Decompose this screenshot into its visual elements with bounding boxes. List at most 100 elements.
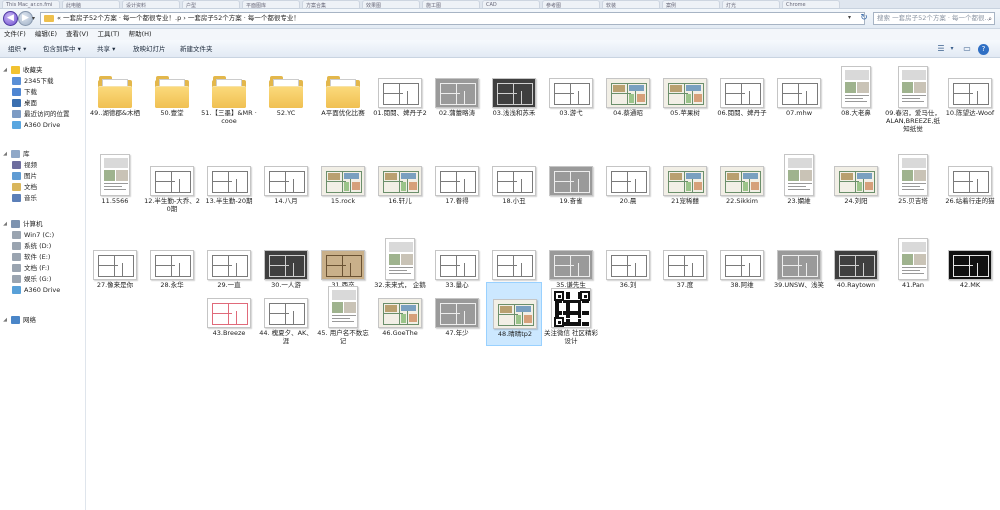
file-item[interactable]: 44. 槐夏夕、AK、涯 — [258, 282, 314, 346]
libraries-header-item[interactable]: ◢ 库 — [2, 149, 30, 159]
folder-item[interactable]: 52.YC — [258, 62, 314, 126]
share-button[interactable]: 共享 ▾ — [97, 44, 115, 54]
favorite-item[interactable]: 2345下载 — [12, 76, 54, 86]
file-item[interactable]: 13.半生勤-20期 — [201, 150, 257, 214]
forward-button[interactable]: ▶ — [18, 11, 33, 26]
file-item[interactable]: 39.UNSW、浅笑 — [771, 234, 827, 298]
file-item[interactable]: 关注微信 社区精彩设计 — [543, 282, 599, 346]
drive-item[interactable]: 软件 (E:) — [12, 252, 50, 262]
menu-item[interactable]: 工具(T) — [98, 29, 120, 40]
browser-tab[interactable]: 灯光 — [722, 0, 780, 8]
file-item[interactable]: 27.像来是你 — [87, 234, 143, 298]
browser-tab[interactable]: Chrome — [782, 0, 840, 8]
file-item[interactable]: 45. 用户名不数忘记 — [315, 282, 371, 346]
menu-item[interactable]: 编辑(E) — [35, 29, 57, 40]
expand-icon[interactable]: ◢ — [2, 219, 8, 229]
file-item[interactable]: 37.度 — [657, 234, 713, 298]
menu-item[interactable]: 文件(F) — [4, 29, 26, 40]
file-item[interactable]: 19.奋雀 — [543, 150, 599, 214]
address-input[interactable]: « 一套房子52个方案 · 每一个都很专业！.p › 一套房子52个方案 · 每… — [40, 12, 865, 25]
file-item[interactable]: 06.閱閱、婢丹子 — [714, 62, 770, 126]
file-item[interactable]: 15.rock — [315, 150, 371, 214]
file-item[interactable]: 08.大老鼻 — [828, 62, 884, 126]
file-item[interactable]: 28.永华 — [144, 234, 200, 298]
file-item[interactable]: 18.小丑 — [486, 150, 542, 214]
library-item[interactable]: 视频 — [12, 160, 37, 170]
folder-item[interactable]: 51.【三墨】&MR · cooe — [201, 62, 257, 126]
file-item[interactable]: 02.蒲蕾略涛 — [429, 62, 485, 126]
file-item[interactable]: 21宠稀囍 — [657, 150, 713, 214]
browser-tab[interactable]: 平面图库 — [242, 0, 300, 8]
file-item[interactable]: 10.陈望达-Woof — [942, 62, 998, 126]
file-item[interactable]: 40.Raytown — [828, 234, 884, 298]
new-folder-button[interactable]: 新建文件夹 — [180, 44, 213, 54]
expand-icon[interactable]: ◢ — [2, 149, 8, 159]
expand-icon[interactable]: ◢ — [2, 315, 8, 325]
file-item[interactable]: 25.贝吉塔 — [885, 150, 941, 214]
browser-tab[interactable]: 设计资料 — [122, 0, 180, 8]
address-history-dropdown[interactable]: ▾ — [848, 14, 851, 21]
computer-header-item[interactable]: ◢ 计算机 — [2, 219, 43, 229]
browser-tab[interactable]: 此电脑 — [62, 0, 120, 8]
file-item[interactable]: 12.半生勤-大乔、20期 — [144, 150, 200, 214]
drive-item[interactable]: A360 Drive — [12, 285, 60, 295]
file-item[interactable]: 14.八月 — [258, 150, 314, 214]
browser-tab[interactable]: 软装 — [602, 0, 660, 8]
view-options-icon[interactable]: ☰ — [936, 44, 946, 54]
file-item[interactable]: 47.年少 — [429, 282, 485, 346]
browser-tab[interactable]: 参考图 — [542, 0, 600, 8]
file-item[interactable]: 16.轩儿 — [372, 150, 428, 214]
library-item[interactable]: 图片 — [12, 171, 37, 181]
search-input[interactable]: 搜索 一套房子52个方案 · 每一个都很... ⌕ — [873, 12, 995, 25]
expand-icon[interactable]: ◢ — [2, 65, 8, 75]
file-item[interactable]: 17.眷得 — [429, 150, 485, 214]
file-item[interactable]: 48.晴晴tp2 — [486, 282, 542, 346]
file-item[interactable]: 11.5566 — [87, 150, 143, 214]
browser-tab[interactable]: 户型 — [182, 0, 240, 8]
network-item[interactable]: ◢ 网络 — [2, 315, 36, 325]
file-item[interactable]: 20.晨 — [600, 150, 656, 214]
browser-tab[interactable]: 案例 — [662, 0, 720, 8]
favorite-item[interactable]: 桌面 — [12, 98, 37, 108]
back-button[interactable]: ◀ — [3, 11, 18, 26]
file-item[interactable]: 41.Pan — [885, 234, 941, 298]
favorite-item[interactable]: 最近访问的位置 — [12, 109, 70, 119]
library-item[interactable]: 音乐 — [12, 193, 37, 203]
slideshow-button[interactable]: 放映幻灯片 — [133, 44, 166, 54]
menu-item[interactable]: 帮助(H) — [129, 29, 152, 40]
menu-item[interactable]: 查看(V) — [66, 29, 89, 40]
drive-item[interactable]: 文档 (F:) — [12, 263, 50, 273]
folder-item[interactable]: 49..湖德郡&木栖 — [87, 62, 143, 126]
file-item[interactable]: 24.刘阳 — [828, 150, 884, 214]
refresh-button[interactable]: ↻ — [858, 13, 870, 25]
file-item[interactable]: 05.苹果树 — [657, 62, 713, 126]
folder-item[interactable]: 50.壹堂 — [144, 62, 200, 126]
file-item[interactable]: 22.Sikkim — [714, 150, 770, 214]
file-item[interactable]: 46.GoeThe — [372, 282, 428, 346]
file-item[interactable]: 42.MK — [942, 234, 998, 298]
drive-item[interactable]: 娱乐 (G:) — [12, 274, 51, 284]
file-item[interactable]: 38.阿维 — [714, 234, 770, 298]
file-item[interactable]: 36.刘 — [600, 234, 656, 298]
help-icon[interactable]: ? — [978, 44, 989, 55]
browser-tab[interactable]: 效果图 — [362, 0, 420, 8]
file-item[interactable]: 07.mhw — [771, 62, 827, 126]
drive-item[interactable]: 系统 (D:) — [12, 241, 51, 251]
browser-tab[interactable]: 施工图 — [422, 0, 480, 8]
preview-pane-icon[interactable]: ▭ — [962, 44, 972, 54]
favorite-item[interactable]: 下载 — [12, 87, 37, 97]
file-item[interactable]: 01.閱閱、婢丹子2 — [372, 62, 428, 126]
file-item[interactable]: 03.浅浅和苏禾 — [486, 62, 542, 126]
browser-tab[interactable]: This Mac_ar.cn.fmi — [2, 0, 60, 8]
file-item[interactable]: 23.嫻維 — [771, 150, 827, 214]
file-item[interactable]: 03.游弋 — [543, 62, 599, 126]
view-dropdown-icon[interactable]: ▾ — [947, 44, 957, 54]
file-item[interactable]: 43.Breeze — [201, 282, 257, 346]
organize-button[interactable]: 组织 ▾ — [8, 44, 26, 54]
folder-item[interactable]: A平面优化比赛 — [315, 62, 371, 126]
file-item[interactable]: 09.春沼，爱马仕，ALAN,BREEZE,纸知纸觉 — [885, 62, 941, 133]
recent-pages-dropdown[interactable]: ▾ — [32, 15, 35, 22]
library-item[interactable]: 文档 — [12, 182, 37, 192]
drive-item[interactable]: Win7 (C:) — [12, 230, 54, 240]
browser-tab[interactable]: 方案合集 — [302, 0, 360, 8]
